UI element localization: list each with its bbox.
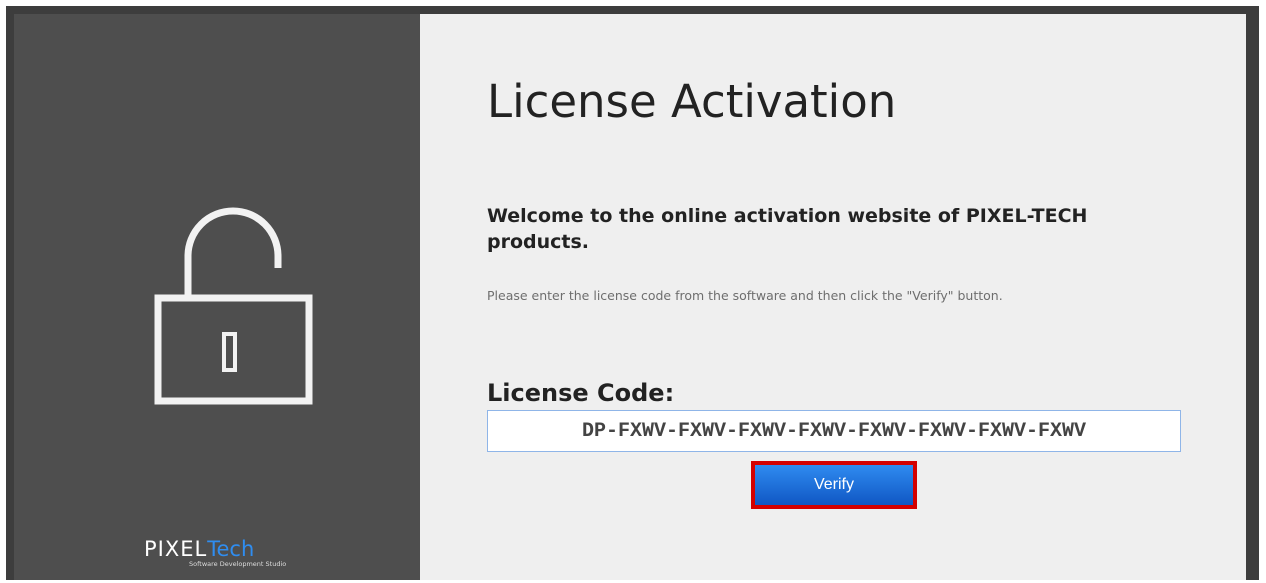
- welcome-heading: Welcome to the online activation website…: [487, 205, 1088, 253]
- verify-button[interactable]: Verify: [751, 461, 917, 509]
- verify-button-label: Verify: [755, 465, 913, 505]
- brand-panel: PIXELTech Software Development Studio: [14, 14, 420, 580]
- page-title: License Activation: [487, 75, 897, 128]
- logo-wordmark: PIXELTech: [144, 538, 254, 560]
- logo-tech-text: Tech: [207, 537, 255, 561]
- license-code-input[interactable]: [487, 410, 1181, 452]
- logo-pixel-text: PIXEL: [144, 537, 208, 561]
- logo-tagline: Software Development Studio: [189, 560, 287, 568]
- license-code-label: License Code:: [487, 379, 675, 407]
- unlocked-padlock-icon: [154, 207, 313, 405]
- pixeltech-logo: PIXELTech Software Development Studio: [144, 538, 304, 578]
- instructions-text: Please enter the license code from the s…: [487, 288, 1003, 303]
